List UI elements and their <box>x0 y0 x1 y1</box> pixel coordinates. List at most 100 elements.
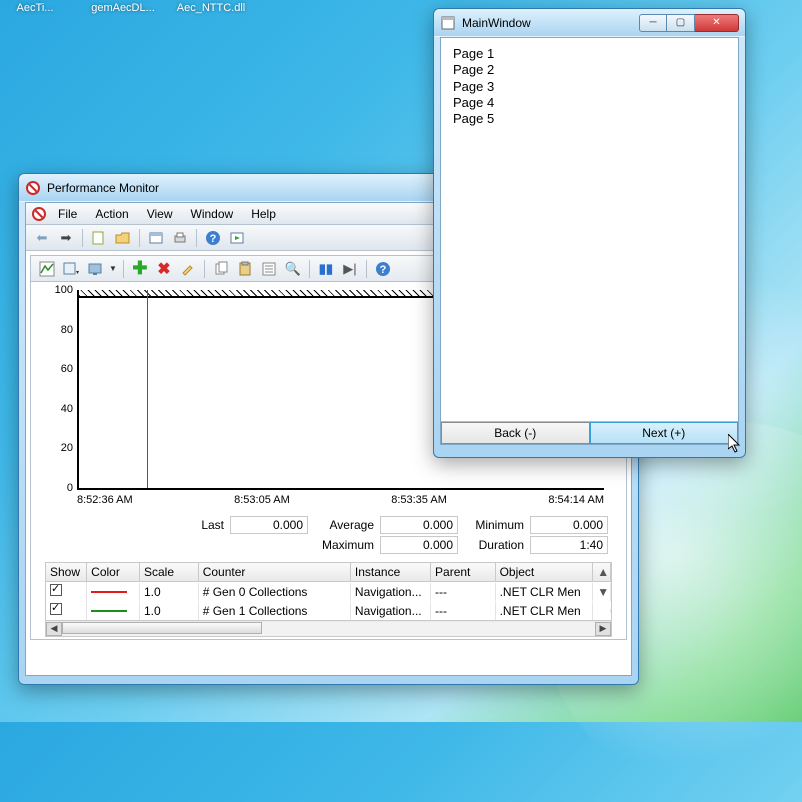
separator <box>366 260 367 278</box>
zoom-icon[interactable]: 🔍 <box>283 259 303 279</box>
desktop-icon-label: gemAecDL... <box>91 2 155 14</box>
cell-parent: --- <box>431 602 496 620</box>
stat-minimum-value: 0.000 <box>530 516 608 534</box>
checkbox[interactable] <box>50 584 62 596</box>
separator <box>82 229 83 247</box>
desktop-icon[interactable]: AecTi... <box>0 0 70 14</box>
main-window: MainWindow ─ ▢ ✕ Page 1 Page 2 Page 3 Pa… <box>433 8 746 458</box>
menu-file[interactable]: File <box>50 205 85 223</box>
cell-instance: Navigation... <box>351 583 431 601</box>
menu-view[interactable]: View <box>139 205 181 223</box>
app-icon <box>25 180 41 196</box>
titlebar[interactable]: MainWindow ─ ▢ ✕ <box>434 9 745 37</box>
cell-counter: # Gen 1 Collections <box>199 602 351 620</box>
separator <box>204 260 205 278</box>
x-axis-labels: 8:52:36 AM 8:53:05 AM 8:53:35 AM 8:54:14… <box>77 494 604 506</box>
scroll-right-icon[interactable]: ▶ <box>595 622 611 636</box>
properties-icon[interactable] <box>259 259 279 279</box>
legend-row[interactable]: 1.0 # Gen 0 Collections Navigation... --… <box>46 582 611 601</box>
chevron-down-icon[interactable]: ▼ <box>109 264 117 273</box>
legend-table: Show Color Scale Counter Instance Parent… <box>45 562 612 637</box>
back-button-label: Back (-) <box>494 426 536 440</box>
add-icon[interactable]: ✚ <box>130 259 150 279</box>
col-object[interactable]: Object <box>496 563 594 581</box>
delete-icon[interactable]: ✖ <box>154 259 174 279</box>
svg-text:?: ? <box>210 233 217 245</box>
cell-scale: 1.0 <box>140 602 199 620</box>
scroll-up-icon[interactable]: ▲ <box>593 563 611 581</box>
scroll-thumb[interactable] <box>62 622 262 634</box>
dropdown-icon[interactable] <box>61 259 81 279</box>
menu-window[interactable]: Window <box>183 205 242 223</box>
list-item[interactable]: Page 3 <box>453 79 726 95</box>
back-icon[interactable]: ⬅ <box>32 228 52 248</box>
col-color[interactable]: Color <box>87 563 140 581</box>
cell-scale: 1.0 <box>140 583 199 601</box>
view-graph-icon[interactable] <box>37 259 57 279</box>
copy-icon[interactable] <box>211 259 231 279</box>
help-icon[interactable]: ? <box>203 228 223 248</box>
checkbox[interactable] <box>50 603 62 615</box>
page-list[interactable]: Page 1 Page 2 Page 3 Page 4 Page 5 <box>441 38 738 421</box>
separator <box>123 260 124 278</box>
col-scale[interactable]: Scale <box>140 563 199 581</box>
highlight-icon[interactable] <box>178 259 198 279</box>
stats: Last 0.000 Average 0.000 Minimum 0.000 M… <box>49 516 608 554</box>
stat-last-label: Last <box>164 518 224 532</box>
legend-row[interactable]: 1.0 # Gen 1 Collections Navigation... --… <box>46 601 611 620</box>
new-icon[interactable] <box>89 228 109 248</box>
svg-text:?: ? <box>380 264 387 276</box>
desktop-icons: AecTi... gemAecDL... Aec_NTTC.dll <box>0 0 246 14</box>
next-button[interactable]: Next (+) <box>590 422 739 444</box>
scroll-left-icon[interactable]: ◀ <box>46 622 62 636</box>
y-tick: 40 <box>45 403 73 415</box>
stat-maximum-value: 0.000 <box>380 536 458 554</box>
monitor-icon[interactable] <box>85 259 105 279</box>
x-tick: 8:53:35 AM <box>391 494 447 506</box>
window-icon[interactable] <box>146 228 166 248</box>
list-item[interactable]: Page 1 <box>453 46 726 62</box>
menu-help[interactable]: Help <box>243 205 284 223</box>
separator <box>196 229 197 247</box>
scroll-down-icon[interactable]: ▼ <box>593 583 611 601</box>
app-menu-icon[interactable] <box>30 207 48 221</box>
desktop-icon-label: Aec_NTTC.dll <box>177 2 245 14</box>
x-tick: 8:54:14 AM <box>548 494 604 506</box>
maximize-button[interactable]: ▢ <box>667 14 695 32</box>
run-icon[interactable] <box>227 228 247 248</box>
desktop-icon[interactable]: Aec_NTTC.dll <box>176 0 246 14</box>
col-show[interactable]: Show <box>46 563 87 581</box>
next-button-label: Next (+) <box>642 426 685 440</box>
separator <box>139 229 140 247</box>
stat-average-value: 0.000 <box>380 516 458 534</box>
menu-action[interactable]: Action <box>87 205 136 223</box>
desktop-icon[interactable]: gemAecDL... <box>88 0 158 14</box>
freeze-icon[interactable]: ▮▮ <box>316 259 336 279</box>
minimize-button[interactable]: ─ <box>639 14 667 32</box>
x-tick: 8:53:05 AM <box>234 494 290 506</box>
cell-instance: Navigation... <box>351 602 431 620</box>
separator <box>309 260 310 278</box>
scroll-track[interactable] <box>62 622 595 636</box>
forward-icon[interactable]: ➡ <box>56 228 76 248</box>
stat-maximum-label: Maximum <box>314 538 374 552</box>
update-icon[interactable]: ▶| <box>340 259 360 279</box>
list-item[interactable]: Page 4 <box>453 95 726 111</box>
list-item[interactable]: Page 5 <box>453 111 726 127</box>
col-counter[interactable]: Counter <box>199 563 351 581</box>
col-parent[interactable]: Parent <box>431 563 496 581</box>
close-button[interactable]: ✕ <box>695 14 739 32</box>
window-title: MainWindow <box>462 16 639 30</box>
back-button[interactable]: Back (-) <box>441 422 590 444</box>
help2-icon[interactable]: ? <box>373 259 393 279</box>
open-icon[interactable] <box>113 228 133 248</box>
cell-parent: --- <box>431 583 496 601</box>
col-instance[interactable]: Instance <box>351 563 431 581</box>
y-tick: 20 <box>45 442 73 454</box>
list-item[interactable]: Page 2 <box>453 62 726 78</box>
stat-duration-label: Duration <box>464 538 524 552</box>
stat-average-label: Average <box>314 518 374 532</box>
print-icon[interactable] <box>170 228 190 248</box>
paste-icon[interactable] <box>235 259 255 279</box>
horizontal-scrollbar[interactable]: ◀ ▶ <box>46 620 611 636</box>
